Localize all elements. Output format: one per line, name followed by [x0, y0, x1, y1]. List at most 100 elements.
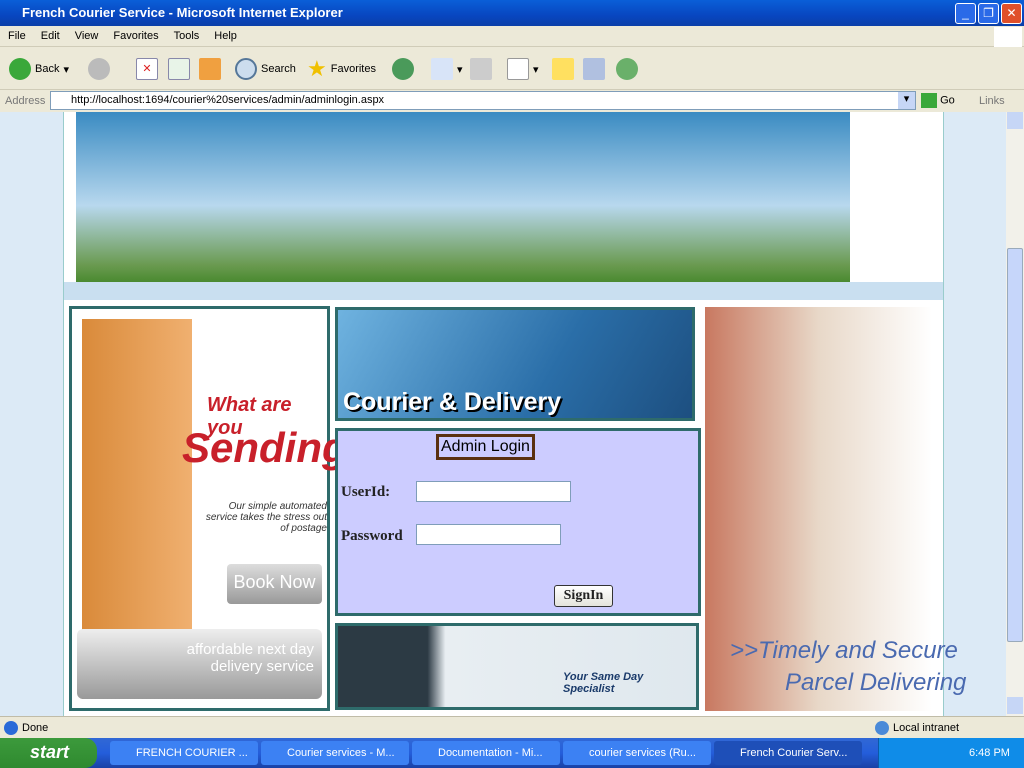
timely-secure-text: >>Timely and Secure	[730, 637, 958, 664]
page-content: What are you Sending? Our simple automat…	[0, 112, 1006, 716]
window-title: French Courier Service - Microsoft Inter…	[22, 5, 343, 20]
header-banner-image	[76, 112, 850, 282]
menu-file[interactable]: File	[0, 26, 33, 42]
menu-tools[interactable]: Tools	[166, 26, 207, 42]
printer-icon	[470, 58, 492, 80]
windows-logo-icon	[994, 27, 1022, 47]
favorites-button[interactable]: ★ Favorites	[307, 56, 376, 81]
go-arrow-icon	[921, 93, 937, 108]
home-icon	[199, 58, 221, 80]
history-icon	[392, 58, 414, 80]
parcel-delivering-text: Parcel Delivering	[785, 669, 967, 696]
address-label: Address	[5, 95, 46, 107]
mail-button[interactable]: ▾	[431, 57, 463, 81]
refresh-button[interactable]	[168, 57, 190, 81]
vertical-scrollbar[interactable]	[1006, 112, 1024, 716]
home-button[interactable]	[199, 57, 221, 81]
star-icon: ★	[307, 56, 327, 81]
start-button[interactable]: start	[0, 738, 97, 768]
courier-delivery-text: Courier & Delivery	[343, 388, 562, 416]
messenger-icon	[616, 58, 638, 80]
menu-help[interactable]: Help	[206, 26, 244, 42]
menu-view[interactable]: View	[67, 26, 106, 42]
ad-footer: affordable next day delivery service	[77, 629, 322, 699]
system-tray: 6:48 PM	[878, 738, 1024, 768]
minimize-button[interactable]: _	[955, 3, 976, 24]
mail-icon	[431, 58, 453, 80]
admin-login-form: Admin Login UserId: Password SignIn	[335, 428, 701, 616]
intranet-icon	[875, 721, 889, 735]
security-zone: Local intranet	[893, 722, 960, 734]
clock: 6:48 PM	[969, 747, 1010, 759]
courier-man-ad: >>Timely and Secure Parcel Delivering	[705, 307, 966, 711]
status-text: Done	[22, 722, 49, 734]
print-button[interactable]	[470, 57, 492, 81]
discuss-button[interactable]	[552, 57, 574, 81]
password-label: Password	[341, 528, 403, 544]
stop-button[interactable]: ✕	[136, 57, 158, 81]
favorites-label: Favorites	[330, 63, 376, 75]
research-icon	[583, 58, 605, 80]
maximize-button[interactable]: ❐	[978, 3, 999, 24]
task-label: Documentation - Mi...	[438, 747, 543, 759]
forward-arrow-icon	[88, 58, 110, 80]
task-label: French Courier Serv...	[740, 747, 848, 759]
task-label: FRENCH COURIER ...	[136, 747, 248, 759]
task-label: Courier services - M...	[287, 747, 395, 759]
book-now-button[interactable]: Book Now	[227, 564, 322, 604]
search-button[interactable]: Search	[235, 57, 296, 81]
ie-page-icon	[4, 721, 18, 735]
courier-delivery-banner: Courier & Delivery	[335, 307, 695, 421]
refresh-icon	[168, 58, 190, 80]
ad-tagline: Our simple automated service takes the s…	[205, 501, 327, 534]
header-divider	[64, 282, 943, 300]
task-visual-studio[interactable]: courier services (Ru...	[563, 741, 711, 765]
same-day-banner: Your Same Day Specialist	[335, 623, 699, 710]
research-button[interactable]	[583, 57, 605, 81]
back-button[interactable]: Back ▾	[9, 57, 69, 81]
forward-button[interactable]	[88, 57, 110, 81]
task-ie-active[interactable]: French Courier Serv...	[714, 741, 862, 765]
scrollbar-thumb[interactable]	[1007, 248, 1023, 642]
word-icon	[507, 58, 529, 80]
go-button[interactable]: Go	[921, 93, 955, 108]
search-label: Search	[261, 63, 296, 75]
go-label: Go	[940, 94, 955, 107]
login-title: Admin Login	[436, 434, 535, 460]
scroll-down-arrow-icon[interactable]	[1007, 697, 1023, 714]
menu-edit[interactable]: Edit	[33, 26, 67, 42]
menu-bar: File Edit View Favorites Tools Help	[0, 26, 1024, 47]
close-button[interactable]: ✕	[1001, 3, 1022, 24]
task-label: courier services (Ru...	[589, 747, 696, 759]
address-bar: Address http://localhost:1694/courier%20…	[0, 90, 1024, 112]
back-label: Back	[35, 63, 60, 75]
edit-button[interactable]: ▾	[507, 57, 539, 81]
url-text: http://localhost:1694/courier%20services…	[71, 94, 385, 106]
back-arrow-icon	[9, 58, 31, 80]
status-bar: Done Local intranet	[0, 716, 1024, 738]
page-container: What are you Sending? Our simple automat…	[63, 112, 966, 716]
userid-input[interactable]	[416, 481, 571, 502]
links-button[interactable]: Links	[979, 95, 1005, 107]
password-input[interactable]	[416, 524, 561, 545]
task-word-courier-services[interactable]: Courier services - M...	[261, 741, 409, 765]
toolbar: Back ▾ ✕ Search ★ Favorites ▾ ▾	[0, 27, 1024, 90]
task-word-documentation[interactable]: Documentation - Mi...	[412, 741, 560, 765]
sending-ad-panel: What are you Sending? Our simple automat…	[69, 306, 373, 711]
menu-favorites[interactable]: Favorites	[105, 26, 165, 42]
url-input[interactable]: http://localhost:1694/courier%20services…	[50, 91, 916, 110]
search-icon	[235, 58, 257, 80]
note-icon	[552, 58, 574, 80]
scroll-up-arrow-icon[interactable]	[1007, 112, 1023, 129]
same-day-text: Your Same Day Specialist	[563, 671, 644, 695]
title-bar: French Courier Service - Microsoft Inter…	[0, 0, 1024, 26]
messenger-button[interactable]	[616, 57, 638, 81]
signin-button[interactable]: SignIn	[554, 585, 613, 607]
taskbar: start FRENCH COURIER ... Courier service…	[0, 738, 1024, 768]
task-word-french-courier[interactable]: FRENCH COURIER ...	[110, 741, 258, 765]
start-label: start	[30, 742, 70, 762]
dropdown-chevron-icon[interactable]: ▾	[898, 92, 915, 109]
userid-label: UserId:	[341, 484, 391, 500]
history-button[interactable]	[392, 57, 414, 81]
stop-icon: ✕	[136, 58, 158, 80]
